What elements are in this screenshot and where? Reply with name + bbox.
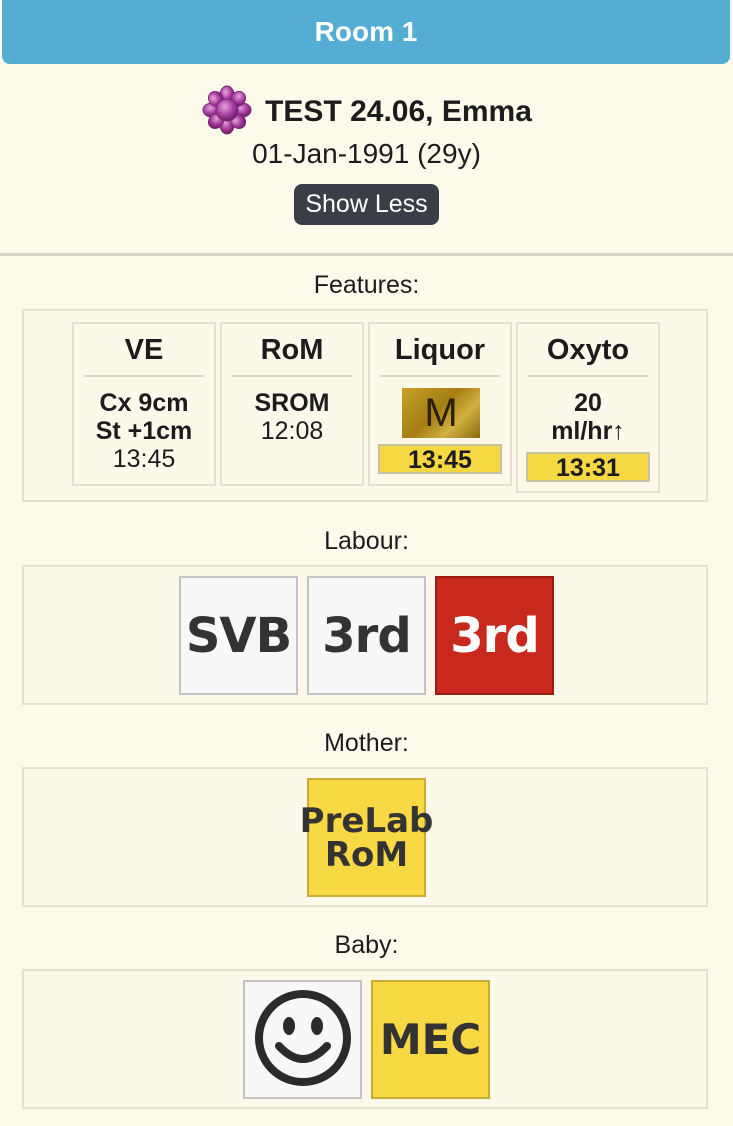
feature-title: Oxyto [528,334,648,377]
baby-panel: MEC [22,969,708,1109]
labour-panel: SVB 3rd 3rd [22,565,708,705]
features-panel: VE Cx 9cm St +1cm 13:45 RoM SROM 12:08 L… [22,309,708,502]
baby-tile-mec[interactable]: MEC [371,980,490,1099]
baby-label: Baby: [334,931,399,959]
mother-panel: PreLab RoM [22,767,708,907]
feature-title: Liquor [380,334,500,377]
feature-time-badge: 13:45 [378,444,502,474]
feature-value: St +1cm [95,417,193,445]
feature-card-ve[interactable]: VE Cx 9cm St +1cm 13:45 [72,322,216,486]
show-less-button[interactable]: Show Less [294,184,439,225]
features-label: Features: [313,271,420,299]
patient-summary: TEST 24.06, Emma 01-Jan-1991 (29y) Show … [0,84,733,225]
feature-value: 20 [574,389,602,417]
feature-value: Cx 9cm [99,389,189,417]
feature-time-badge: 13:31 [526,452,650,482]
feature-card-rom[interactable]: RoM SROM 12:08 [220,322,364,486]
feature-card-liquor[interactable]: Liquor M 13:45 [368,322,512,486]
mother-tile-prelab-rom[interactable]: PreLab RoM [300,778,433,897]
patient-name-row: TEST 24.06, Emma [201,84,532,140]
patient-dob: 01-Jan-1991 (29y) [252,138,481,169]
tile-line: RoM [324,834,409,875]
feature-value: SROM [254,389,330,417]
labour-tile-svb[interactable]: SVB [179,576,298,695]
room-header[interactable]: Room 1 [2,0,730,64]
feature-value: ml/hr↑ [551,417,625,445]
feature-time: 13:45 [112,445,176,473]
room-title: Room 1 [314,16,418,47]
labour-label: Labour: [324,527,409,555]
labour-tile-3rd-degree[interactable]: 3rd [435,576,554,695]
liquor-code-icon: M [402,388,480,438]
baby-tile-smiley[interactable] [243,980,362,1099]
divider [0,253,733,256]
feature-title: VE [84,334,204,377]
patient-name: TEST 24.06, Emma [265,95,532,128]
feature-title: RoM [232,334,352,377]
flower-icon [201,84,253,140]
feature-time: 12:08 [260,417,324,445]
mother-label: Mother: [324,729,409,757]
tile-line: PreLab [299,800,434,841]
feature-card-oxyto[interactable]: Oxyto 20 ml/hr↑ 13:31 [516,322,660,493]
labour-tile-3rd-stage[interactable]: 3rd [307,576,426,695]
smiley-icon [253,988,353,1092]
